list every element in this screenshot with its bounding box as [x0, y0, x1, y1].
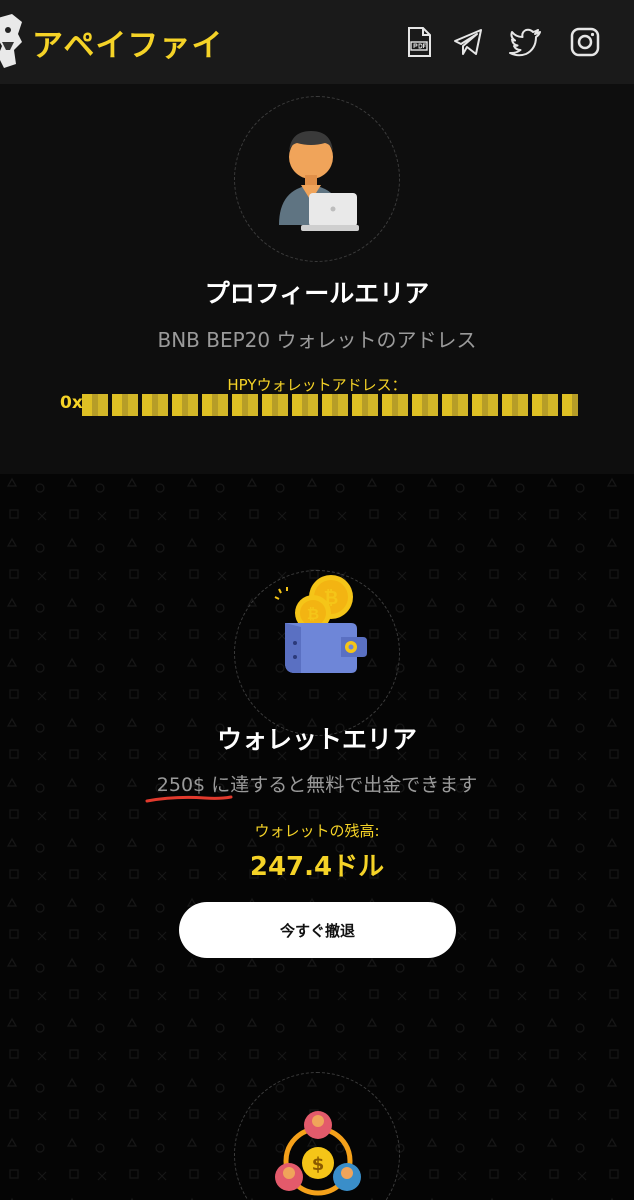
wallet-coins-icon: ₿ ₿ — [274, 575, 367, 673]
profile-subtitle: BNB BEP20 ウォレットのアドレス — [0, 324, 634, 353]
withdraw-limit-text: 250$ に達すると無料で出金できます — [0, 770, 634, 803]
ape-logo-icon[interactable] — [0, 12, 26, 70]
limit-description: に達すると無料で出金できます — [205, 774, 478, 796]
referral-icon-ring: $ — [234, 1072, 400, 1200]
twitter-icon[interactable] — [508, 24, 544, 60]
balance-value: 247.4ドル — [249, 852, 385, 882]
wallet-icon-ring: ₿ ₿ — [234, 570, 400, 736]
svg-text:₿: ₿ — [307, 605, 319, 623]
address-label: HPYウォレットアドレス： — [227, 376, 407, 394]
balance-label: ウォレットの残高: — [254, 822, 380, 840]
pdf-icon[interactable] — [401, 24, 437, 60]
network-label: BNB BEP20 — [157, 328, 271, 352]
brand-name[interactable]: アペイファイ — [32, 20, 223, 65]
wallet-section: ₿ ₿ ウォレットエリア 250$ に達すると無料で出金できます ウォレットの残… — [0, 474, 634, 1200]
top-bar: アペイファイ — [0, 0, 634, 84]
limit-amount-group: 250$ — [145, 774, 233, 803]
telegram-icon[interactable] — [450, 24, 486, 60]
wallet-address-caption: ウォレットのアドレス — [270, 328, 477, 352]
limit-amount: 250$ — [156, 774, 206, 796]
profile-title: プロフィールエリア — [204, 279, 430, 308]
user-with-laptop-icon — [279, 131, 359, 231]
address-redaction — [82, 394, 578, 416]
instagram-icon[interactable] — [567, 24, 603, 60]
svg-text:$: $ — [312, 1154, 325, 1175]
referral-network-icon: $ — [275, 1111, 361, 1196]
red-underline-annotation — [145, 795, 233, 803]
withdraw-now-button[interactable]: 今すぐ撤退 — [179, 902, 456, 958]
profile-avatar-ring — [234, 96, 400, 262]
wallet-title: ウォレットエリア — [216, 725, 417, 754]
profile-section: プロフィールエリア BNB BEP20 ウォレットのアドレス HPYウォレットア… — [0, 84, 634, 474]
